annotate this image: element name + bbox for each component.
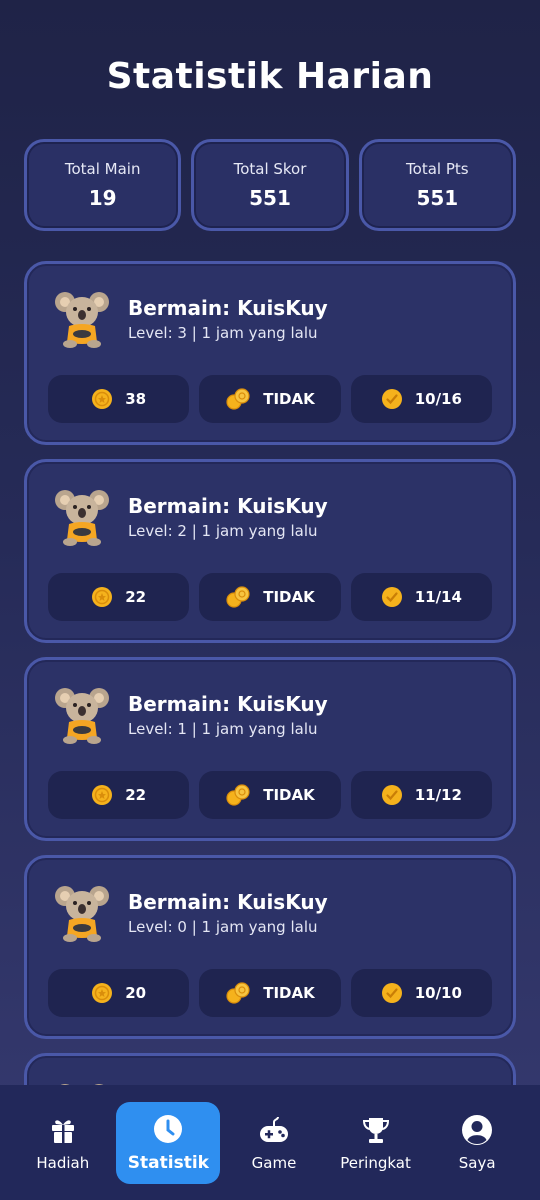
nav-label: Hadiah	[36, 1153, 90, 1172]
session-stats: 20 TIDAK 10/10	[48, 969, 492, 1017]
session-stats: 38 TIDAK 10/16	[48, 375, 492, 423]
session-title: Bermain: KuisKuy	[128, 890, 328, 914]
nav-saya[interactable]: Saya	[429, 1102, 525, 1184]
session-title: Bermain: KuisKuy	[128, 692, 328, 716]
coins-stack-icon	[226, 982, 250, 1004]
bonus-value: TIDAK	[263, 588, 315, 606]
bonus-stat: TIDAK	[199, 375, 341, 423]
session-title: Bermain: KuisKuy	[128, 494, 328, 518]
summary-total-pts: Total Pts 551	[358, 139, 516, 231]
session-subtitle: Level: 3 | 1 jam yang lalu	[128, 324, 318, 342]
coins-stack-icon	[226, 586, 250, 608]
coin-icon	[92, 785, 113, 805]
coins-stat: 20	[48, 969, 190, 1017]
check-coin-icon	[381, 389, 402, 409]
session-title: Bermain: KuisKuy	[128, 296, 328, 320]
correct-stat: 11/12	[350, 771, 492, 819]
nav-label: Saya	[458, 1153, 496, 1172]
nav-statistik[interactable]: Statistik	[116, 1101, 221, 1184]
gamepad-icon	[259, 1116, 288, 1142]
summary-label: Total Main	[64, 160, 141, 178]
nav-game[interactable]: Game	[226, 1102, 322, 1184]
clock-icon	[154, 1114, 183, 1143]
coins-stat: 22	[48, 573, 190, 621]
summary-label: Total Skor	[233, 160, 307, 178]
summary-value: 551	[249, 186, 291, 210]
check-coin-icon	[381, 785, 402, 805]
bonus-stat: TIDAK	[199, 573, 341, 621]
nav-label: Statistik	[127, 1152, 209, 1173]
session-stats: 22 TIDAK 11/14	[48, 573, 492, 621]
session-stats: 22 TIDAK 11/12	[48, 771, 492, 819]
session-card[interactable]: Bermain: KuisKuy Level: 1 | 1 jam yang l…	[24, 657, 516, 841]
session-card[interactable]: Bermain: KuisKuy Level: 0 | 1 jam yang l…	[24, 855, 516, 1039]
coins-value: 22	[125, 588, 147, 606]
correct-value: 11/12	[414, 786, 462, 804]
summary-value: 19	[88, 186, 117, 210]
summary-total-skor: Total Skor 551	[191, 139, 349, 231]
check-coin-icon	[381, 983, 402, 1003]
session-card[interactable]: Bermain: KuisKuy Level: 2 | 1 jam yang l…	[24, 459, 516, 643]
koala-avatar-icon	[55, 292, 109, 348]
session-subtitle: Level: 1 | 1 jam yang lalu	[128, 720, 318, 738]
correct-value: 10/16	[414, 390, 462, 408]
coin-icon	[92, 983, 113, 1003]
coins-stack-icon	[226, 784, 250, 806]
correct-stat: 10/16	[350, 375, 492, 423]
session-subtitle: Level: 0 | 1 jam yang lalu	[128, 918, 318, 936]
coins-stat: 22	[48, 771, 190, 819]
nav-peringkat[interactable]: Peringkat	[328, 1102, 424, 1184]
summary-label: Total Pts	[406, 160, 469, 178]
coin-icon	[92, 587, 113, 607]
summary-row: Total Main 19 Total Skor 551 Total Pts 5…	[24, 139, 516, 231]
coins-value: 20	[125, 984, 147, 1002]
page-title: Statistik Harian	[106, 56, 434, 97]
trophy-icon	[362, 1117, 389, 1143]
koala-avatar-icon	[55, 490, 109, 546]
coins-value: 38	[125, 390, 147, 408]
correct-stat: 10/10	[350, 969, 492, 1017]
bonus-value: TIDAK	[263, 390, 315, 408]
bonus-value: TIDAK	[263, 984, 315, 1002]
coin-icon	[92, 389, 113, 409]
koala-avatar-icon	[55, 688, 109, 744]
session-list[interactable]: Bermain: KuisKuy Level: 3 | 1 jam yang l…	[24, 261, 516, 1200]
bottom-nav: Hadiah Statistik Game Peringkat Saya	[0, 1085, 540, 1200]
coins-value: 22	[125, 786, 147, 804]
correct-stat: 11/14	[350, 573, 492, 621]
bonus-stat: TIDAK	[199, 771, 341, 819]
nav-label: Peringkat	[340, 1153, 411, 1172]
nav-label: Game	[251, 1153, 297, 1172]
bonus-value: TIDAK	[263, 786, 315, 804]
coins-stack-icon	[226, 388, 250, 410]
correct-value: 11/14	[414, 588, 462, 606]
session-card[interactable]: Bermain: KuisKuy Level: 3 | 1 jam yang l…	[24, 261, 516, 445]
bonus-stat: TIDAK	[199, 969, 341, 1017]
check-coin-icon	[381, 587, 402, 607]
session-subtitle: Level: 2 | 1 jam yang lalu	[128, 522, 318, 540]
correct-value: 10/10	[414, 984, 462, 1002]
coins-stat: 38	[48, 375, 190, 423]
gift-icon	[51, 1119, 74, 1143]
nav-hadiah[interactable]: Hadiah	[15, 1102, 111, 1184]
user-icon	[462, 1114, 493, 1145]
summary-total-main: Total Main 19	[24, 139, 182, 231]
koala-avatar-icon	[55, 886, 109, 942]
summary-value: 551	[416, 186, 459, 210]
